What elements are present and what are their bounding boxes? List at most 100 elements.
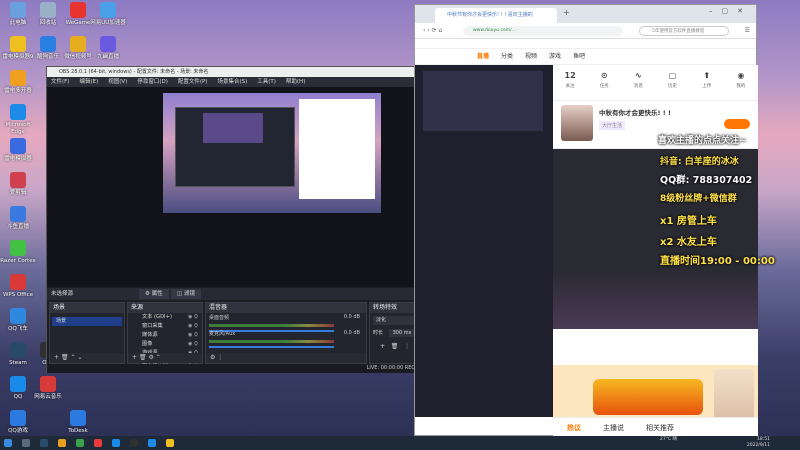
desktop-icon[interactable]: Microsoft Edge (0, 104, 36, 136)
source-item[interactable]: 图像 (128, 340, 202, 349)
stream-overlay-text: QQ群: 788307402 (660, 175, 753, 186)
mixer-track: 麦克风/Aux 0.0 dB (206, 329, 366, 348)
bottom-tab[interactable]: 相关推荐 (646, 424, 674, 432)
chevron-down-icon[interactable]: ⌄ (77, 354, 82, 361)
quick-icon-glyph: ◉ (737, 71, 745, 80)
quick-icon-label: 历史 (668, 84, 678, 89)
app-icon (100, 2, 116, 18)
weather[interactable]: 27°C 晴 (660, 437, 677, 443)
search-icon[interactable] (22, 439, 30, 447)
gear-icon[interactable]: ⚙ (148, 354, 155, 361)
scenes-dock: 场景 场景 + 🗑 ⌃ ⌄ (49, 302, 125, 364)
site-nav-item[interactable]: 游戏 (549, 53, 561, 60)
desktop-icon[interactable]: 爱剪辑 (0, 172, 36, 197)
quick-icon[interactable]: ⊙ 任务 (591, 71, 617, 100)
desktop-icon[interactable]: WPS Office (0, 274, 36, 299)
menu-item[interactable]: 配置文件(P) (178, 79, 208, 85)
sources-dock: 来源 文本 (GDI+)窗口采集媒体源图像游戏源显示器采集 + 🗑 ⚙ ⌃ (127, 302, 203, 367)
app-icon (10, 410, 26, 426)
source-item[interactable]: 媒体源 (128, 331, 202, 340)
browser-tab[interactable]: 中秋节有你才会更快乐! ! ! 喜欢主播的 (435, 8, 557, 23)
quick-icon[interactable]: ▢ 历史 (660, 71, 686, 100)
ldplayer-icon[interactable] (166, 439, 174, 447)
desktop-icon[interactable]: 斗鱼直播 (0, 206, 36, 231)
quick-icon[interactable]: ∿ 消息 (625, 71, 651, 100)
filter-icon: ◫ (177, 291, 184, 297)
scene-item[interactable]: 场景 (52, 317, 122, 326)
quick-icon[interactable]: ◉ 我的 (728, 71, 754, 100)
desktop-icon[interactable]: QQ飞车 (0, 308, 36, 333)
desktop-icon[interactable]: Razer Cortex (0, 240, 36, 265)
qq-icon[interactable] (112, 439, 120, 447)
app-icon (10, 104, 26, 120)
desktop-icon[interactable]: ToDesk (60, 410, 96, 435)
browser-search-field[interactable]: 5年使用官方软件直播教程 (639, 26, 729, 36)
app-icon (10, 172, 26, 188)
desktop-icon[interactable]: 雷电模拟器 (0, 138, 36, 163)
clock[interactable]: 18:51 2022/9/11 (747, 437, 770, 449)
app-icon (10, 342, 26, 358)
quick-icon[interactable]: ⬆ 上传 (694, 71, 720, 100)
desktop-icon-label: 九幽直播 (96, 54, 119, 60)
desktop-icon-label: 斗鱼直播 (6, 224, 29, 230)
menu-item[interactable]: 场景集合(S) (217, 79, 247, 85)
obs-taskbar-icon[interactable] (130, 439, 138, 447)
netease-icon[interactable] (94, 439, 102, 447)
desktop-icon[interactable]: 雷电多开器 (0, 70, 36, 95)
duration-input[interactable]: 300 ms (388, 329, 416, 337)
bottom-tab[interactable]: 主播说 (603, 424, 624, 432)
bottom-tab[interactable]: 热议 (567, 424, 581, 432)
quick-icon[interactable]: 12 关注 (557, 71, 583, 100)
app-icon (40, 36, 56, 52)
app-icon (10, 274, 26, 290)
desktop-icon-label: Microsoft Edge (5, 122, 31, 135)
menu-item[interactable]: 帮助(H) (286, 79, 305, 85)
menu-item[interactable]: 文件(F) (51, 79, 69, 85)
site-nav-item[interactable]: 分类 (501, 53, 513, 60)
chevron-up-icon[interactable]: ⌃ (156, 354, 161, 361)
site-nav-item[interactable]: 视频 (525, 53, 537, 60)
desktop-icon[interactable]: 网易云音乐 (30, 376, 66, 401)
desktop-icon[interactable]: 网易UU加速器 (90, 2, 126, 27)
taskbar: 27°C 晴 18:51 2022/9/11 (0, 436, 800, 450)
add-icon[interactable]: + (54, 354, 61, 361)
browser-menu-icon[interactable]: ☰ (745, 23, 750, 39)
scenes-header: 场景 (50, 303, 124, 313)
steam-icon[interactable] (40, 439, 48, 447)
desktop-icon-label: 网易UU加速器 (90, 20, 126, 26)
nav-arrows-icon[interactable]: ‹ › ⟳ ⌂ (423, 27, 442, 34)
edge-icon[interactable] (148, 439, 156, 447)
bottom-tabs: 热议 主播说 相关推荐 (553, 417, 758, 437)
site-nav-item[interactable]: 鱼吧 (573, 53, 585, 60)
properties-button[interactable]: ⚙ 属性 (139, 289, 169, 299)
scenes-footer: + 🗑 ⌃ ⌄ (50, 353, 124, 363)
source-item[interactable]: 窗口采集 (128, 322, 202, 331)
mixer-header: 混音器 (206, 303, 366, 313)
menu-item[interactable]: 停靠窗口(D) (137, 79, 168, 85)
desktop-icon[interactable]: QQ游戏 (0, 410, 36, 435)
url-field[interactable]: www.douyu.com/... (463, 26, 623, 36)
wechat-icon[interactable] (76, 439, 84, 447)
desktop-icon-label: 爱剪辑 (9, 190, 27, 196)
volume-slider[interactable] (209, 346, 334, 348)
browser-window-controls[interactable]: –▢✕ (709, 7, 752, 15)
mixer-settings-icon[interactable]: ⚙ ⋮ (210, 354, 223, 361)
app-icon (10, 2, 26, 18)
folder-icon[interactable] (58, 439, 66, 447)
start-icon[interactable] (4, 439, 12, 447)
desktop-icon[interactable]: 九幽直播 (90, 36, 126, 61)
stream-overlay-text: x2 水友上车 (660, 237, 717, 248)
desktop-icon-label: WPS Office (2, 292, 34, 298)
filters-button[interactable]: ◫ 滤镜 (171, 289, 201, 299)
track-name: 麦克风/Aux (209, 331, 236, 337)
source-item[interactable]: 文本 (GDI+) (128, 313, 202, 322)
menu-item[interactable]: 编辑(E) (79, 79, 98, 85)
follow-button[interactable] (724, 119, 750, 129)
app-icon (10, 308, 26, 324)
menu-item[interactable]: 工具(T) (257, 79, 276, 85)
site-nav-item[interactable]: 直播 (477, 53, 489, 60)
add-icon[interactable]: + (132, 354, 139, 361)
new-tab-button[interactable]: + (563, 8, 570, 17)
avatar[interactable] (561, 105, 593, 141)
menu-item[interactable]: 视图(V) (108, 79, 127, 85)
